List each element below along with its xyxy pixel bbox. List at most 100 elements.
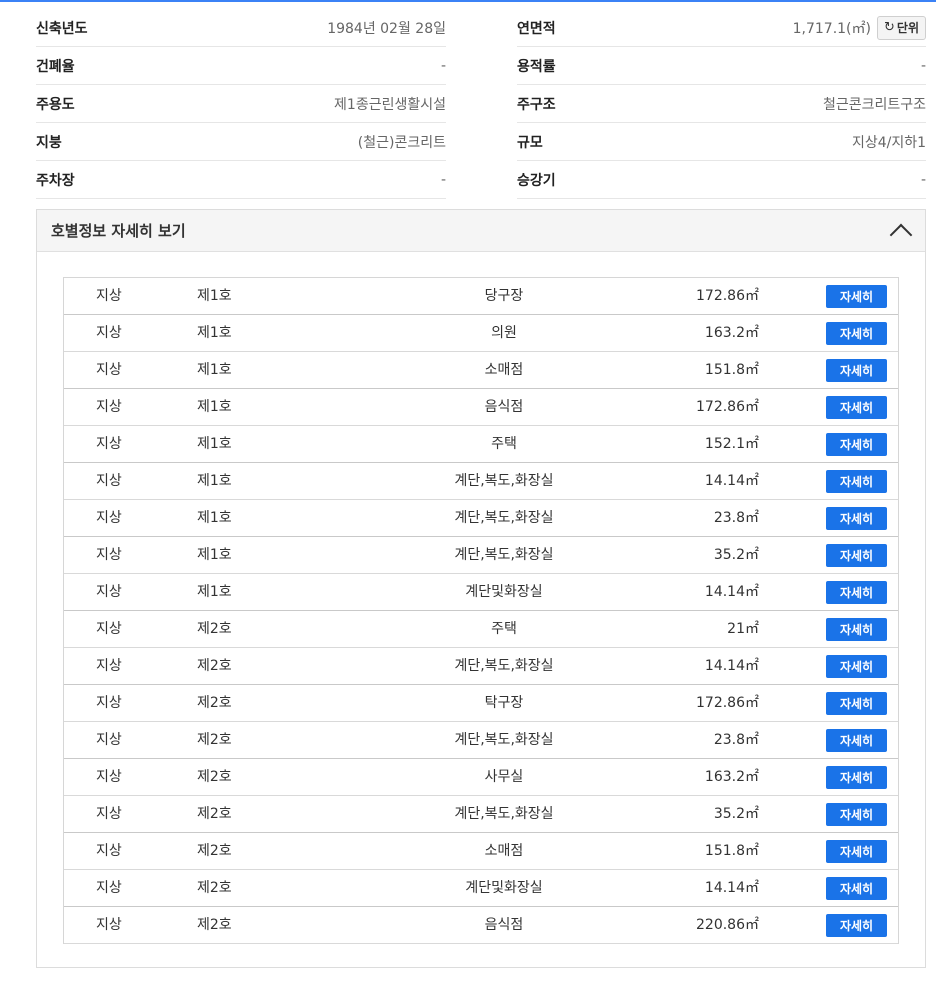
detail-button[interactable]: 자세히 (826, 507, 887, 530)
table-row: 지상 제1호 의원 163.2㎡ 자세히 (64, 315, 898, 352)
detail-button[interactable]: 자세히 (826, 877, 887, 900)
area-cell: 14.14㎡ (704, 584, 759, 600)
detail-button[interactable]: 자세히 (826, 914, 887, 937)
area-cell: 163.2㎡ (704, 325, 759, 341)
unit-number-cell: 제1호 (197, 584, 232, 600)
info-label: 승강기 (517, 172, 556, 189)
detail-button[interactable]: 자세히 (826, 655, 887, 678)
area-cell: 220.86㎡ (696, 917, 759, 933)
info-row-main-use: 주용도 제1종근린생활시설 (36, 85, 446, 123)
use-cell: 음식점 (484, 399, 524, 415)
use-cell: 주택 (491, 436, 517, 452)
info-label: 연면적 (517, 20, 556, 37)
info-label: 신축년도 (36, 20, 88, 37)
table-row: 지상 제1호 계단,복도,화장실 14.14㎡ 자세히 (64, 463, 898, 500)
info-row-main-structure: 주구조 철근콘크리트구조 (517, 85, 926, 123)
detail-button[interactable]: 자세히 (826, 544, 887, 567)
unit-number-cell: 제2호 (197, 806, 232, 822)
info-value: - (920, 57, 926, 74)
detail-button[interactable]: 자세히 (826, 285, 887, 308)
info-label: 주구조 (517, 96, 556, 113)
unit-number-cell: 제2호 (197, 917, 232, 933)
table-row: 지상 제2호 주택 21㎡ 자세히 (64, 611, 898, 648)
info-label: 규모 (517, 134, 543, 151)
info-value: 1,717.1(㎡) (792, 20, 871, 37)
use-cell: 계단및화장실 (465, 584, 543, 600)
detail-button[interactable]: 자세히 (826, 470, 887, 493)
detail-button[interactable]: 자세히 (826, 692, 887, 715)
floor-cell: 지상 (96, 806, 122, 822)
area-cell: 23.8㎡ (713, 732, 759, 748)
info-label: 주용도 (36, 96, 75, 113)
area-cell: 14.14㎡ (704, 658, 759, 674)
area-cell: 172.86㎡ (696, 695, 759, 711)
detail-button[interactable]: 자세히 (826, 766, 887, 789)
detail-button[interactable]: 자세히 (826, 433, 887, 456)
info-column-right: 연면적 1,717.1(㎡) ↻ 단위 용적률 - 주구조 철근콘크리트구조 규… (517, 9, 926, 199)
floor-cell: 지상 (96, 621, 122, 637)
use-cell: 계단,복도,화장실 (454, 658, 554, 674)
floor-cell: 지상 (96, 732, 122, 748)
refresh-icon: ↻ (884, 20, 895, 35)
unit-number-cell: 제1호 (197, 510, 232, 526)
info-row-roof: 지붕 (철근)콘크리트 (36, 123, 446, 161)
chevron-up-icon[interactable] (889, 223, 913, 246)
floor-cell: 지상 (96, 436, 122, 452)
unit-number-cell: 제1호 (197, 547, 232, 563)
use-cell: 계단,복도,화장실 (454, 732, 554, 748)
detail-button[interactable]: 자세히 (826, 396, 887, 419)
unit-number-cell: 제1호 (197, 399, 232, 415)
info-label: 주차장 (36, 172, 75, 189)
unit-number-cell: 제2호 (197, 695, 232, 711)
area-cell: 35.2㎡ (713, 806, 759, 822)
detail-button[interactable]: 자세히 (826, 359, 887, 382)
info-row-scale: 규모 지상4/지하1 (517, 123, 926, 161)
floor-cell: 지상 (96, 473, 122, 489)
use-cell: 계단,복도,화장실 (454, 806, 554, 822)
floor-cell: 지상 (96, 399, 122, 415)
building-info: 신축년도 1984년 02월 28일 건폐율 - 주용도 제1종근린생활시설 지… (36, 9, 926, 200)
detail-button[interactable]: 자세히 (826, 803, 887, 826)
unit-panel-header[interactable]: 호별정보 자세히 보기 (37, 210, 925, 252)
table-row: 지상 제2호 계단,복도,화장실 23.8㎡ 자세히 (64, 722, 898, 759)
detail-button[interactable]: 자세히 (826, 729, 887, 752)
detail-button[interactable]: 자세히 (826, 322, 887, 345)
info-value: - (440, 171, 446, 188)
floor-cell: 지상 (96, 584, 122, 600)
detail-button[interactable]: 자세히 (826, 618, 887, 641)
use-cell: 계단,복도,화장실 (454, 473, 554, 489)
table-row: 지상 제2호 계단,복도,화장실 14.14㎡ 자세히 (64, 648, 898, 685)
table-row: 지상 제2호 소매점 151.8㎡ 자세히 (64, 833, 898, 870)
use-cell: 당구장 (484, 288, 524, 304)
area-cell: 35.2㎡ (713, 547, 759, 563)
unit-number-cell: 제1호 (197, 325, 232, 341)
floor-cell: 지상 (96, 695, 122, 711)
info-row-coverage-ratio: 건폐율 - (36, 47, 446, 85)
info-label: 건폐율 (36, 58, 75, 75)
info-row-floor-area-ratio: 용적률 - (517, 47, 926, 85)
use-cell: 소매점 (484, 362, 524, 378)
floor-cell: 지상 (96, 510, 122, 526)
unit-panel-title: 호별정보 자세히 보기 (51, 222, 186, 240)
floor-cell: 지상 (96, 843, 122, 859)
unit-toggle-button[interactable]: ↻ 단위 (877, 15, 926, 40)
area-cell: 152.1㎡ (704, 436, 759, 452)
table-row: 지상 제2호 계단,복도,화장실 35.2㎡ 자세히 (64, 796, 898, 833)
info-value: 지상4/지하1 (851, 134, 926, 151)
use-cell: 의원 (491, 325, 517, 341)
info-row-elevator: 승강기 - (517, 161, 926, 199)
table-row: 지상 제1호 소매점 151.8㎡ 자세히 (64, 352, 898, 389)
use-cell: 계단,복도,화장실 (454, 510, 554, 526)
table-row: 지상 제2호 사무실 163.2㎡ 자세히 (64, 759, 898, 796)
detail-button[interactable]: 자세히 (826, 840, 887, 863)
floor-cell: 지상 (96, 880, 122, 896)
unit-number-cell: 제1호 (197, 473, 232, 489)
top-accent-line (0, 0, 936, 2)
use-cell: 탁구장 (484, 695, 524, 711)
unit-number-cell: 제2호 (197, 880, 232, 896)
floor-cell: 지상 (96, 288, 122, 304)
detail-button[interactable]: 자세히 (826, 581, 887, 604)
unit-number-cell: 제1호 (197, 288, 232, 304)
floor-cell: 지상 (96, 917, 122, 933)
table-row: 지상 제2호 음식점 220.86㎡ 자세히 (64, 907, 898, 944)
